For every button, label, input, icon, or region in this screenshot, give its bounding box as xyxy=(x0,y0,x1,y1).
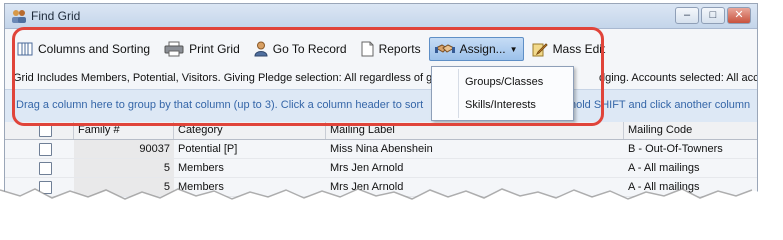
family-number: 5 xyxy=(74,159,174,177)
close-button[interactable]: ✕ xyxy=(727,7,751,24)
column-header-family[interactable]: Family # xyxy=(74,122,174,139)
columns-and-sorting-button[interactable]: Columns and Sorting xyxy=(11,37,156,61)
group-by-hint-text-right: hold SHIFT and click another column. xyxy=(570,99,751,111)
column-header-category[interactable]: Category xyxy=(174,122,326,139)
mailing-label-cell: Mrs Jen Arnold xyxy=(330,181,404,193)
column-header-mailing-code[interactable]: Mailing Code xyxy=(624,122,757,139)
grid-info-text: Grid Includes Members, Potential, Visito… xyxy=(13,72,433,84)
printer-icon xyxy=(164,41,184,57)
mailing-code-cell: A - All mailings xyxy=(628,181,700,193)
find-grid-window: Find Grid – □ ✕ Columns and Sorting Prin… xyxy=(4,3,758,203)
table-row[interactable]: 90037 Potential [P] Miss Nina Abenshein … xyxy=(5,140,757,159)
window-controls: – □ ✕ xyxy=(675,7,751,24)
people-icon xyxy=(12,10,26,23)
mass-edit-label: Mass Edit xyxy=(552,42,606,56)
mailing-code-cell: A - All mailings xyxy=(628,162,700,174)
print-grid-button[interactable]: Print Grid xyxy=(158,37,246,61)
report-icon xyxy=(361,41,374,57)
row-checkbox[interactable] xyxy=(39,181,52,194)
select-column-header[interactable] xyxy=(5,122,74,139)
go-to-record-button[interactable]: Go To Record xyxy=(248,37,353,61)
category-cell: Members xyxy=(178,162,224,174)
category-cell: Potential [P] xyxy=(178,143,238,155)
grid-info-bar: Grid Includes Members, Potential, Visito… xyxy=(13,68,757,88)
columns-and-sorting-label: Columns and Sorting xyxy=(38,42,151,56)
mass-edit-button[interactable]: Mass Edit xyxy=(526,37,612,61)
grid-header-row: Family # Category Mailing Label Mailing … xyxy=(5,122,757,140)
reports-label: Reports xyxy=(378,42,421,56)
row-checkbox[interactable] xyxy=(39,143,52,156)
print-grid-label: Print Grid xyxy=(189,42,240,56)
family-number: 5 xyxy=(74,178,174,196)
title-bar: Find Grid – □ ✕ xyxy=(5,4,757,29)
toolbar: Columns and Sorting Print Grid Go To Rec… xyxy=(11,35,611,63)
table-row[interactable]: 5 Members Mrs Jen Arnold A - All mailing… xyxy=(5,178,757,197)
category-cell: Members xyxy=(178,181,224,193)
row-checkbox[interactable] xyxy=(39,162,52,175)
grid-info-text-right: dging. Accounts selected: All account xyxy=(599,72,757,84)
group-by-hint: Drag a column here to group by that colu… xyxy=(16,99,751,111)
assign-label: Assign... xyxy=(459,42,506,56)
group-by-area[interactable]: Drag a column here to group by that colu… xyxy=(5,89,757,123)
menu-item-skills-interests[interactable]: Skills/Interests xyxy=(432,94,573,116)
columns-icon xyxy=(17,42,33,56)
assign-button[interactable]: Assign... ▼ xyxy=(428,37,524,61)
reports-button[interactable]: Reports xyxy=(355,37,427,61)
person-icon xyxy=(254,41,268,57)
screenshot: Find Grid – □ ✕ Columns and Sorting Prin… xyxy=(0,0,783,240)
pencil-icon xyxy=(532,43,548,57)
maximize-button[interactable]: □ xyxy=(701,7,725,24)
family-number: 90037 xyxy=(74,140,174,158)
minimize-button[interactable]: – xyxy=(675,7,699,24)
handshake-icon xyxy=(434,44,455,53)
mailing-label-cell: Miss Nina Abenshein xyxy=(330,143,433,155)
chevron-down-icon: ▼ xyxy=(509,44,518,54)
window-title: Find Grid xyxy=(31,9,81,23)
select-all-checkbox[interactable] xyxy=(39,124,52,137)
go-to-record-label: Go To Record xyxy=(272,42,347,56)
column-header-mailing-label[interactable]: Mailing Label xyxy=(326,122,624,139)
menu-item-groups-classes[interactable]: Groups/Classes xyxy=(432,71,573,93)
table-row[interactable]: 5 Members Mrs Jen Arnold A - All mailing… xyxy=(5,159,757,178)
group-by-hint-text: Drag a column here to group by that colu… xyxy=(16,99,424,111)
assign-dropdown-menu: Groups/Classes Skills/Interests xyxy=(431,66,574,121)
mailing-label-cell: Mrs Jen Arnold xyxy=(330,162,404,174)
mailing-code-cell: B - Out-Of-Towners xyxy=(628,143,723,155)
